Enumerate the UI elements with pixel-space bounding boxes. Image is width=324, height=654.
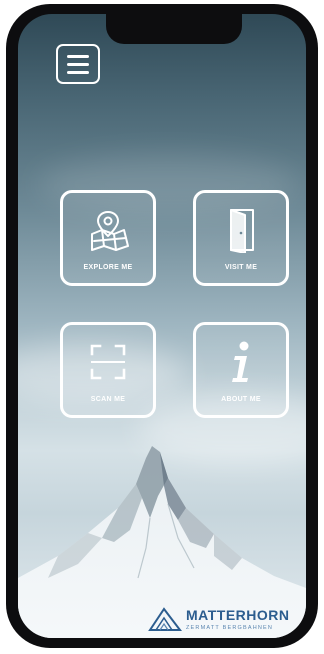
phone-frame: EXPLORE ME VISIT ME SCAN ME ABOUT ME MAT… — [6, 4, 318, 648]
brand-subtitle: ZERMATT BERGBAHNEN — [186, 625, 274, 631]
door-icon — [196, 207, 286, 253]
hamburger-menu-icon — [67, 63, 89, 66]
brand-name: MATTERHORN — [186, 607, 290, 623]
visit-me-label: VISIT ME — [224, 264, 258, 271]
mountain-logo-icon — [148, 607, 182, 631]
hamburger-menu-button[interactable] — [56, 44, 100, 84]
matterhorn-brand: MATTERHORN ZERMATT BERGBAHNEN — [148, 604, 306, 638]
scan-me-button[interactable]: SCAN ME — [60, 322, 156, 418]
scan-me-label: SCAN ME — [90, 396, 126, 403]
explore-me-button[interactable]: EXPLORE ME — [60, 190, 156, 286]
info-icon — [196, 339, 286, 385]
explore-me-label: EXPLORE ME — [83, 264, 133, 271]
about-me-label: ABOUT ME — [221, 396, 261, 403]
map-pin-icon — [63, 207, 153, 253]
scan-frame-icon — [63, 339, 153, 385]
hamburger-menu-icon — [67, 55, 89, 58]
hamburger-menu-icon — [67, 71, 89, 74]
visit-me-button[interactable]: VISIT ME — [193, 190, 289, 286]
about-me-button[interactable]: ABOUT ME — [193, 322, 289, 418]
phone-notch — [106, 14, 242, 44]
app-screen: EXPLORE ME VISIT ME SCAN ME ABOUT ME MAT… — [18, 14, 306, 638]
